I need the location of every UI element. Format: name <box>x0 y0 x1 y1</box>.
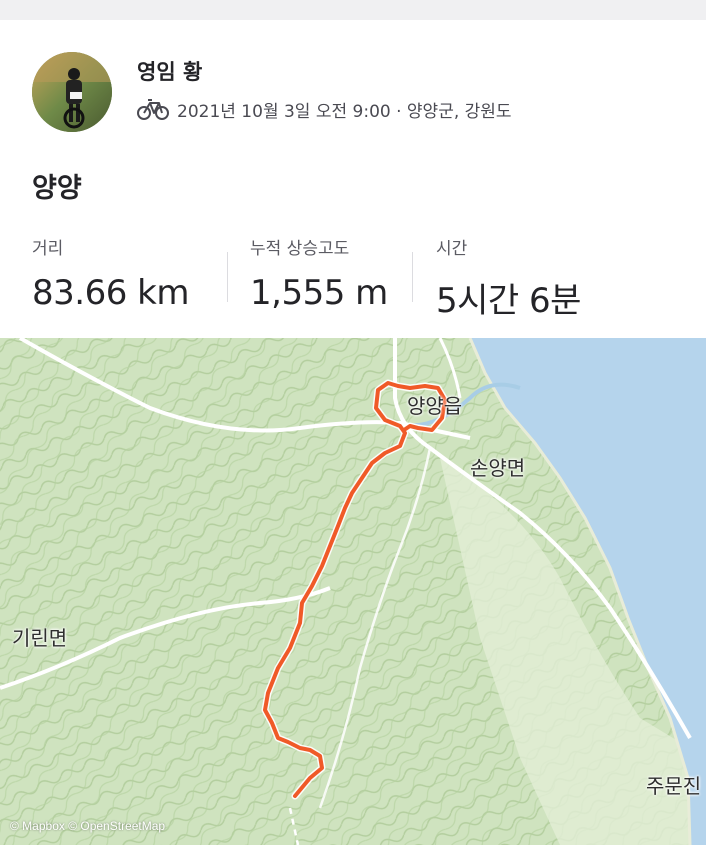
stat-elevation: 누적 상승고도 1,555 m <box>250 234 388 313</box>
map-label-jumunjin: 주문진 <box>646 774 702 798</box>
activity-date-location: 2021년 10월 3일 오전 9:00 · 양양군, 강원도 <box>177 101 512 122</box>
activity-meta: 2021년 10월 3일 오전 9:00 · 양양군, 강원도 <box>137 96 512 122</box>
activity-header: 영임 황 2021년 10월 3일 오전 9:00 · 양양군, 강원도 양양 … <box>0 20 706 338</box>
stat-time-value: 5시간 6분 <box>436 281 581 321</box>
stat-distance-value: 83.66 km <box>32 273 189 313</box>
stat-time: 시간 5시간 6분 <box>436 234 581 322</box>
stat-time-label: 시간 <box>436 239 468 259</box>
stat-distance-label: 거리 <box>32 239 64 259</box>
map-label-yangyang: 양양읍 <box>407 394 463 418</box>
athlete-name[interactable]: 영임 황 <box>137 56 202 86</box>
map-attribution[interactable]: © Mapbox © OpenStreetMap <box>10 819 165 833</box>
map-label-girin: 기린면 <box>12 626 68 650</box>
stat-distance: 거리 83.66 km <box>32 234 189 313</box>
map-canvas <box>0 338 706 845</box>
activity-title: 양양 <box>32 173 82 204</box>
top-strip <box>0 0 706 20</box>
stat-elevation-label: 누적 상승고도 <box>250 239 350 259</box>
bike-icon <box>137 98 169 120</box>
route-map[interactable]: 양양읍 손양면 기린면 주문진 © Mapbox © OpenStreetMap <box>0 338 706 845</box>
stat-divider <box>412 252 413 302</box>
map-label-sonyang: 손양면 <box>470 456 526 480</box>
avatar[interactable] <box>32 52 112 132</box>
stat-divider <box>227 252 228 302</box>
stat-elevation-value: 1,555 m <box>250 273 388 313</box>
